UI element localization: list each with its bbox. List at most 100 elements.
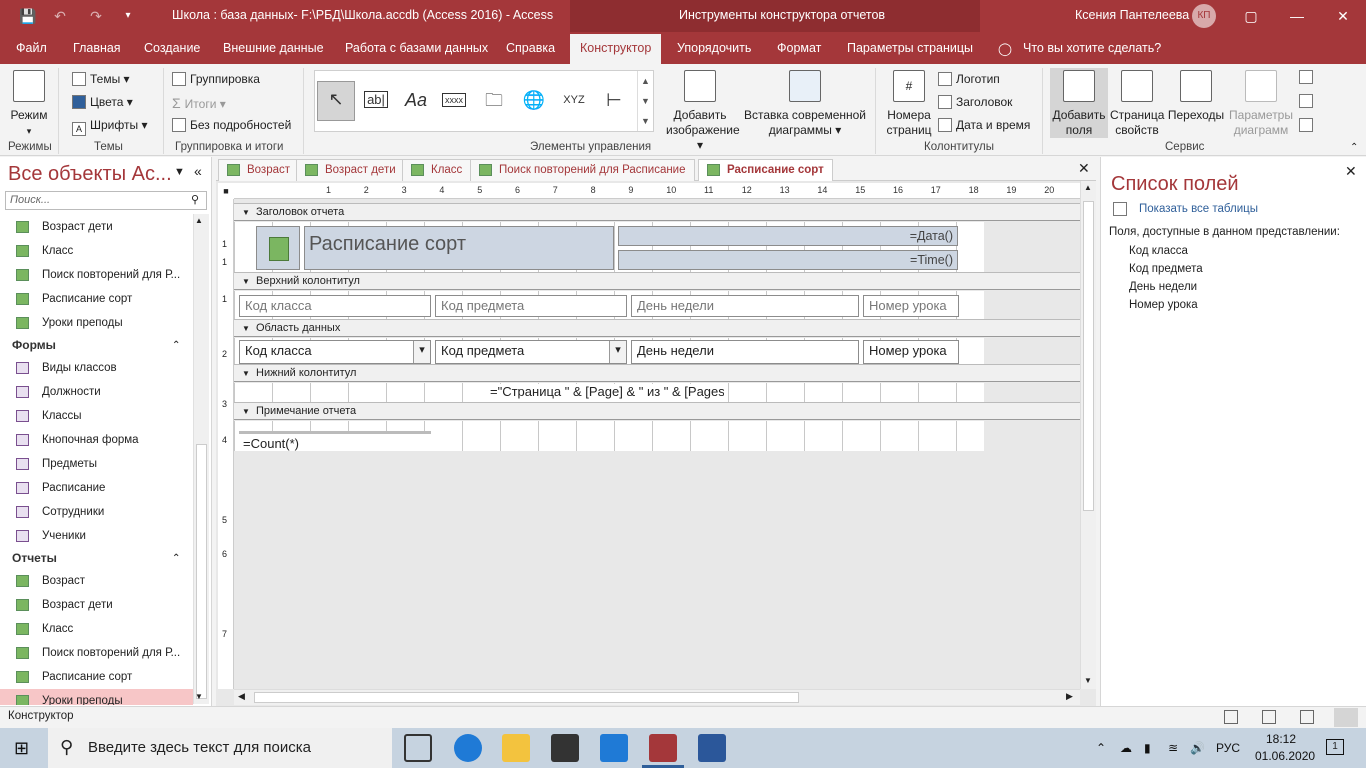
fonts-button[interactable]: A Шрифты ▾ xyxy=(72,118,147,136)
scroll-down-icon[interactable]: ▼ xyxy=(1084,676,1092,685)
convert-macros-icon[interactable] xyxy=(1299,94,1317,108)
gallery-scroll[interactable]: ▲ ▼ ▼ xyxy=(637,71,653,131)
label-lesson-number[interactable]: Номер урока xyxy=(863,295,959,317)
band-detail[interactable]: Область данных xyxy=(234,319,1080,337)
insert-image-button[interactable]: Добавить изображение ▾ xyxy=(666,70,740,153)
onedrive-icon[interactable]: ☁ xyxy=(1120,728,1132,768)
collapse-section-icon[interactable]: ⌃ xyxy=(172,335,180,356)
band-page-header[interactable]: Верхний колонтитул xyxy=(234,272,1080,290)
tab-database-tools[interactable]: Работа с базами данных xyxy=(345,41,488,55)
nav-report-item[interactable]: Расписание сорт xyxy=(0,287,193,311)
design-vertical-scrollbar[interactable]: ▲ ▼ xyxy=(1080,181,1096,689)
scroll-up-icon[interactable]: ▲ xyxy=(195,216,203,225)
button-control-icon[interactable]: xxxx xyxy=(437,83,471,117)
layout-view-icon[interactable] xyxy=(1300,710,1314,724)
tab-order-button[interactable]: Переходы xyxy=(1166,70,1226,123)
store-icon[interactable] xyxy=(551,734,579,762)
design-horizontal-scrollbar[interactable]: ◀ ▶ xyxy=(234,689,1080,705)
windows-start-icon[interactable]: ⊞ xyxy=(14,738,34,758)
nav-scroll-thumb[interactable] xyxy=(196,444,207,699)
vertical-ruler[interactable]: 1 1 1 2 3 4 5 6 7 xyxy=(218,199,234,689)
label-control-icon[interactable]: Aa xyxy=(399,83,433,117)
view-code-icon[interactable] xyxy=(1299,70,1317,84)
title-button[interactable]: Заголовок xyxy=(938,95,1012,109)
field-list-item[interactable]: Код предмета xyxy=(1129,263,1203,275)
hide-details-button[interactable]: Без подробностей xyxy=(172,118,291,132)
property-sheet-button[interactable]: Страница свойств xyxy=(1110,70,1164,138)
nav-form-item[interactable]: Предметы xyxy=(0,452,193,476)
search-icon[interactable]: ⚲ xyxy=(191,193,199,206)
view-mode-button[interactable]: Режим ▾ xyxy=(6,70,52,139)
doc-tab-active[interactable]: Расписание сорт xyxy=(698,159,833,181)
page-break-control-icon[interactable]: ⊢ xyxy=(597,83,631,117)
access-icon[interactable] xyxy=(649,734,677,762)
edge-icon[interactable] xyxy=(454,734,482,762)
count-field[interactable]: =Count(*) xyxy=(239,431,431,451)
nav-report-item[interactable]: Класс xyxy=(0,239,193,263)
band-page-footer[interactable]: Нижний колонтитул xyxy=(234,364,1080,382)
label-class-code[interactable]: Код класса xyxy=(239,295,431,317)
report-footer-area[interactable]: =Count(*) xyxy=(234,421,984,451)
nav-report-item[interactable]: Поиск повторений для Р... xyxy=(0,641,193,665)
nav-report-item-selected[interactable]: Уроки преподы xyxy=(0,689,193,705)
collapse-section-icon[interactable]: ⌃ xyxy=(172,548,180,569)
tab-format[interactable]: Формат xyxy=(777,41,821,55)
scroll-left-icon[interactable]: ◀ xyxy=(238,691,245,702)
close-button[interactable]: ✕ xyxy=(1320,0,1366,32)
redo-icon[interactable]: ↷ xyxy=(86,6,106,26)
report-view-icon[interactable] xyxy=(1224,710,1238,724)
field-list-item[interactable]: День недели xyxy=(1129,281,1197,293)
textbox-control-icon[interactable]: ab| xyxy=(359,83,393,117)
ribbon-display-options-icon[interactable]: ▢ xyxy=(1228,0,1274,32)
nav-section-forms[interactable]: Формы ⌃ xyxy=(0,335,193,356)
language-indicator[interactable]: РУС xyxy=(1216,728,1240,768)
notifications-icon[interactable]: 1 xyxy=(1326,739,1344,755)
minimize-button[interactable]: — xyxy=(1274,0,1320,32)
collapse-nav-icon[interactable]: « xyxy=(194,163,202,179)
nav-form-item[interactable]: Кнопочная форма xyxy=(0,428,193,452)
nav-report-item[interactable]: Поиск повторений для Р... xyxy=(0,263,193,287)
design-view-icon[interactable] xyxy=(1334,708,1358,727)
print-preview-icon[interactable] xyxy=(1262,710,1276,724)
horizontal-ruler[interactable]: 12345678910111213141516171819202122 xyxy=(234,183,1130,199)
nav-scrollbar[interactable]: ▲ ▼ xyxy=(193,214,209,704)
label-weekday[interactable]: День недели xyxy=(631,295,859,317)
tab-page-setup[interactable]: Параметры страницы xyxy=(847,41,973,55)
field-list-item[interactable]: Код класса xyxy=(1129,245,1188,257)
field-list-item[interactable]: Номер урока xyxy=(1129,299,1198,311)
report-header-area[interactable]: Расписание сорт =Дата() =Time() xyxy=(234,222,984,272)
field-weekday[interactable]: День недели xyxy=(631,340,859,364)
nav-form-item[interactable]: Виды классов xyxy=(0,356,193,380)
field-class-code[interactable]: Код класса xyxy=(239,340,431,364)
customize-qat-icon[interactable]: ▾ xyxy=(118,6,138,26)
page-number-field[interactable]: ="Страница " & [Page] & " из " & [Pages xyxy=(488,384,724,402)
subreport-icon[interactable] xyxy=(1299,118,1317,132)
close-pane-icon[interactable]: ✕ xyxy=(1345,163,1357,180)
tab-home[interactable]: Главная xyxy=(73,41,121,55)
date-time-button[interactable]: Дата и время xyxy=(938,118,1030,132)
report-selector[interactable]: ■ xyxy=(218,183,234,199)
page-footer-area[interactable]: ="Страница " & [Page] & " из " & [Pages xyxy=(234,383,984,403)
insert-modern-chart-button[interactable]: Вставка современной диаграммы ▾ xyxy=(740,70,870,138)
tab-external-data[interactable]: Внешние данные xyxy=(223,41,324,55)
taskbar-search-input[interactable]: Введите здесь текст для поиска xyxy=(48,728,392,768)
nav-form-item[interactable]: Сотрудники xyxy=(0,500,193,524)
nav-form-item[interactable]: Ученики xyxy=(0,524,193,548)
field-lesson-number[interactable]: Номер урока xyxy=(863,340,959,364)
nav-report-item[interactable]: Расписание сорт xyxy=(0,665,193,689)
themes-button[interactable]: Темы ▾ xyxy=(72,72,130,86)
scroll-up-icon[interactable]: ▲ xyxy=(1084,183,1092,192)
doc-tab[interactable]: Возраст xyxy=(218,159,300,181)
nav-form-item[interactable]: Классы xyxy=(0,404,193,428)
battery-icon[interactable]: ▮ xyxy=(1144,728,1151,768)
wifi-icon[interactable]: ≊ xyxy=(1168,728,1178,768)
select-pointer-icon[interactable]: ↖ xyxy=(317,81,355,121)
nav-form-item[interactable]: Расписание xyxy=(0,476,193,500)
task-view-icon[interactable] xyxy=(404,734,432,762)
navigation-control-icon[interactable]: XYZ xyxy=(557,83,591,117)
totals-button[interactable]: Σ Итоги ▾ xyxy=(172,95,226,111)
group-sort-button[interactable]: Группировка xyxy=(172,72,260,86)
clock-date[interactable]: 01.06.2020 xyxy=(1255,749,1315,768)
label-subject-code[interactable]: Код предмета xyxy=(435,295,627,317)
nav-report-item[interactable]: Класс xyxy=(0,617,193,641)
